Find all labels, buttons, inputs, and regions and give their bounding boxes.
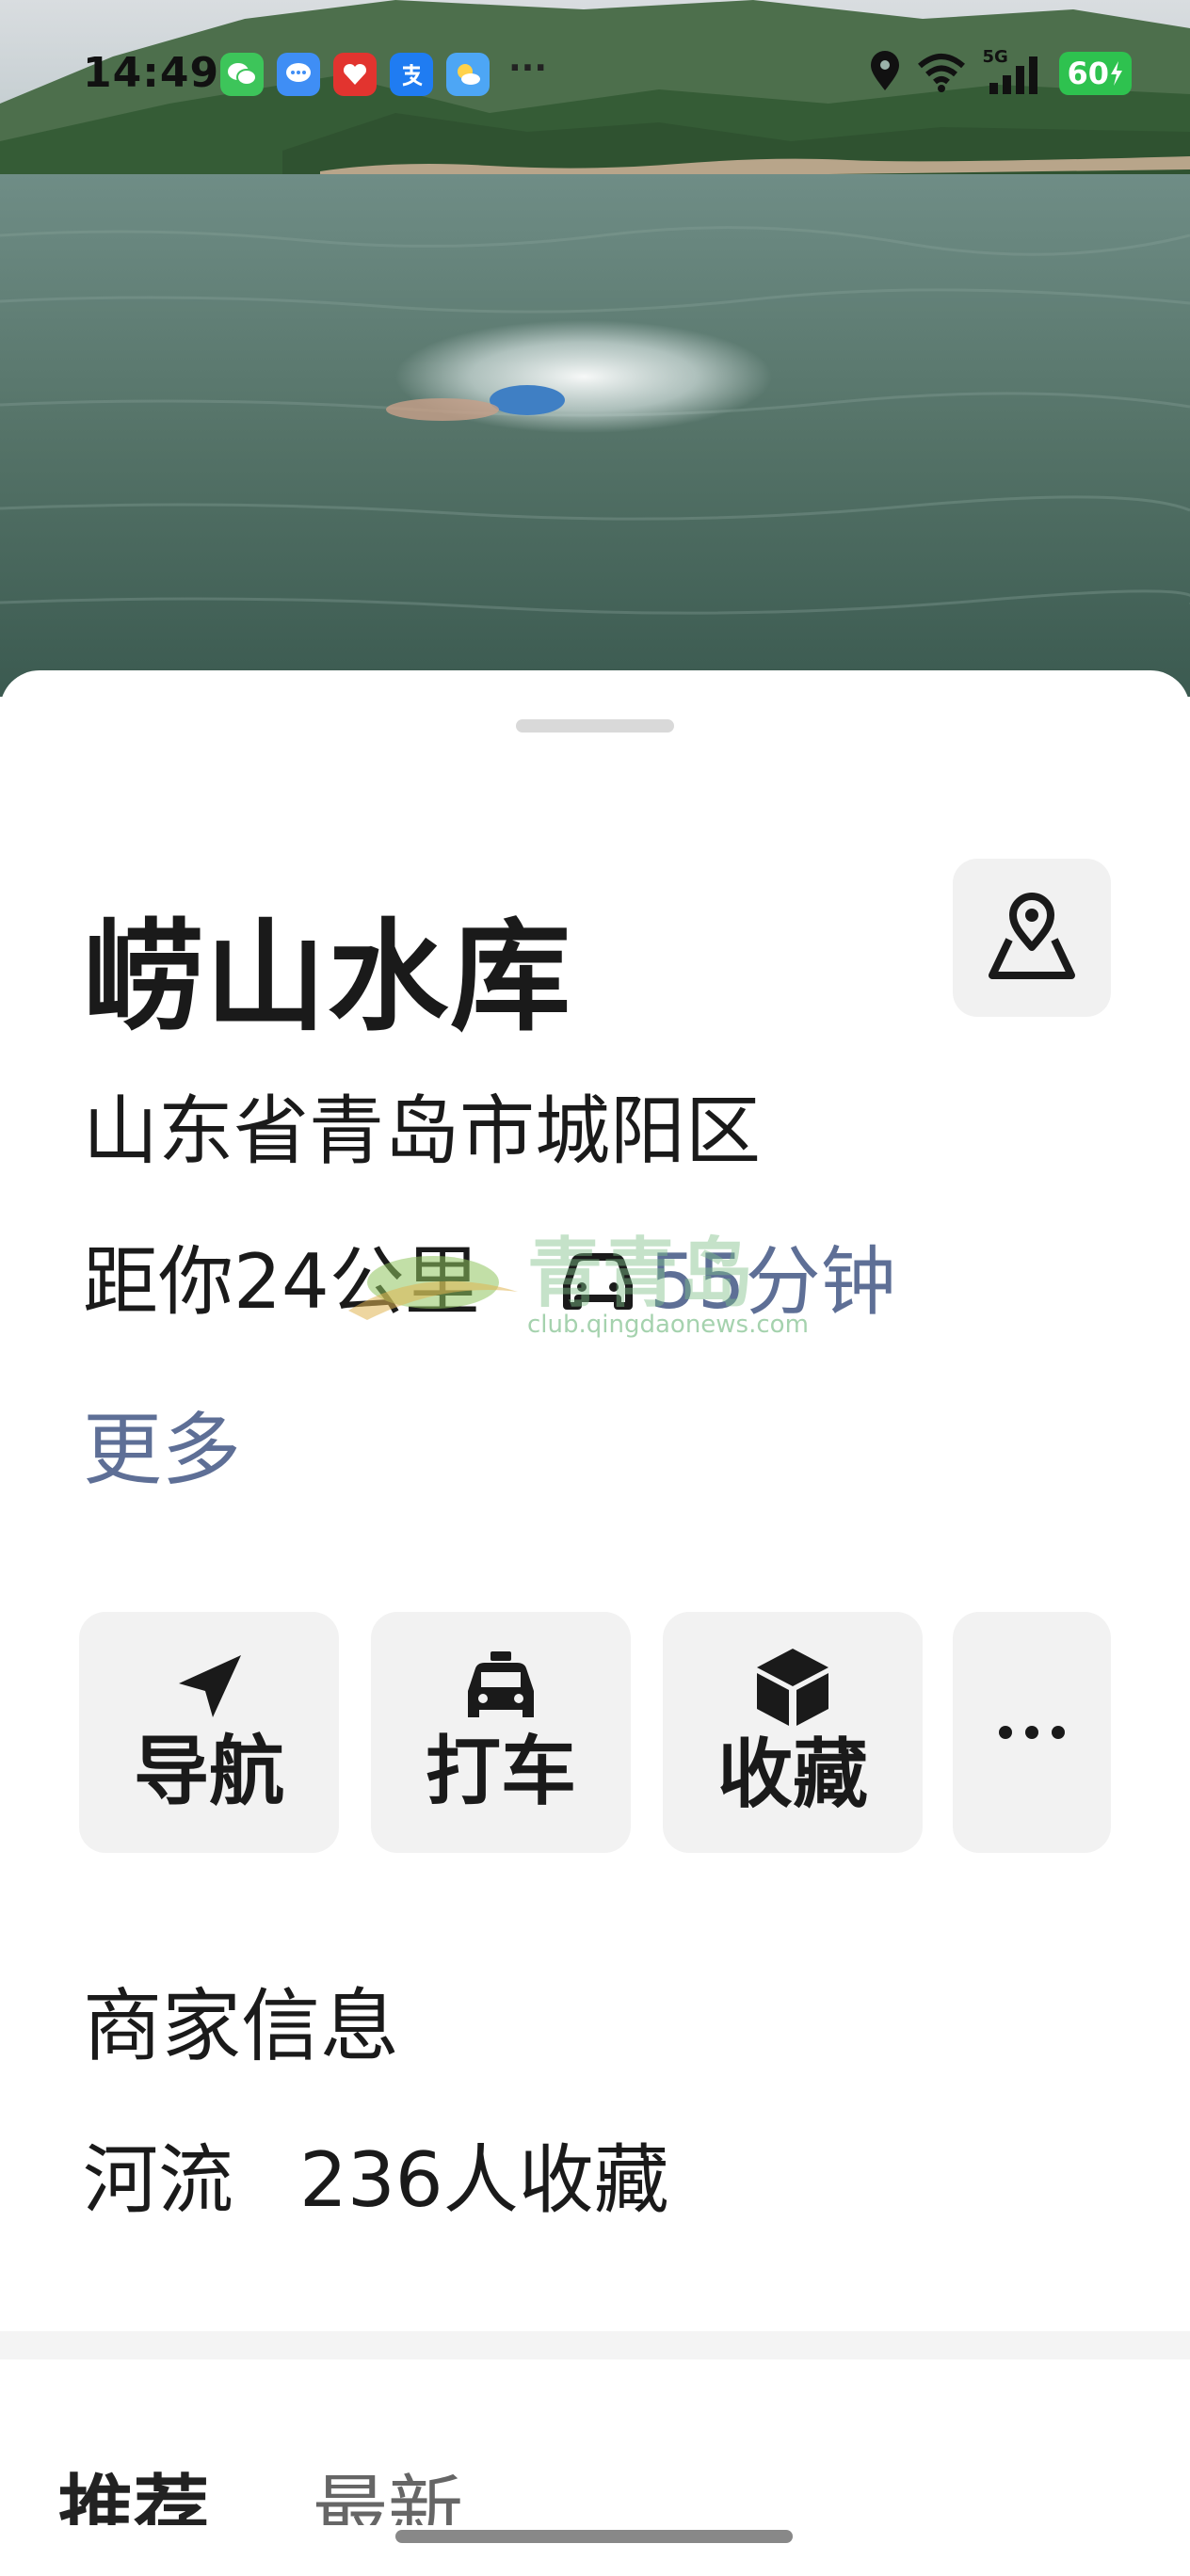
tab-recommended[interactable]: 推荐 — [58, 2450, 209, 2525]
sheet-drag-handle[interactable] — [516, 719, 674, 733]
notification-icons: ··· — [220, 49, 547, 96]
drive-duration: 55分钟 — [649, 1238, 896, 1326]
place-title: 崂山水库 — [83, 908, 573, 1048]
message-icon — [277, 53, 320, 96]
more-notifications: ··· — [508, 48, 548, 88]
battery-level: 60 — [1067, 56, 1109, 91]
charging-bolt-icon — [1111, 61, 1122, 86]
weather-icon — [446, 53, 490, 96]
distance-row: 距你24公里 55分钟 — [83, 1235, 896, 1329]
cellular-signal-icon: 5G — [982, 47, 1044, 96]
navigate-arrow-icon — [179, 1655, 241, 1717]
taxi-button[interactable]: 打车 — [371, 1612, 631, 1853]
place-category: 河流 — [83, 2136, 233, 2224]
alipay-icon — [390, 53, 433, 96]
more-actions-button[interactable] — [953, 1612, 1111, 1853]
taxi-label: 打车 — [426, 1728, 576, 1815]
map-pin-icon — [989, 893, 1075, 979]
wechat-icon — [220, 53, 264, 96]
wifi-icon — [916, 51, 967, 96]
more-link[interactable]: 更多 — [83, 1403, 241, 1497]
system-icons: 5G 60 — [869, 47, 1132, 96]
status-bar: 14:49 ··· 5G 60 — [0, 0, 1190, 151]
battery-indicator: 60 — [1059, 52, 1132, 95]
place-address: 山东省青岛市城阳区 — [83, 1087, 761, 1175]
favorites-count: 236人收藏 — [299, 2136, 669, 2224]
favorite-button[interactable]: 收藏 — [663, 1612, 923, 1853]
merchant-meta: 河流 236人收藏 — [83, 2133, 669, 2228]
favorite-label: 收藏 — [717, 1731, 868, 1818]
navigate-button[interactable]: 导航 — [79, 1612, 339, 1853]
action-buttons: 导航 打车 收藏 — [79, 1612, 1115, 1853]
distance-text: 距你24公里 — [83, 1238, 480, 1326]
car-icon — [555, 1249, 640, 1315]
status-time: 14:49 — [83, 49, 220, 97]
navigate-label: 导航 — [134, 1728, 284, 1815]
red-app-icon — [333, 53, 377, 96]
merchant-info-heading: 商家信息 — [83, 1980, 400, 2072]
taxi-icon — [468, 1651, 534, 1717]
map-view-button[interactable] — [953, 859, 1111, 1017]
cube-icon — [757, 1649, 828, 1726]
location-icon — [869, 51, 901, 96]
home-indicator[interactable] — [395, 2530, 793, 2543]
tab-latest[interactable]: 最新 — [313, 2450, 463, 2525]
content-tabs: 推荐 最新 — [58, 2450, 463, 2525]
section-divider — [0, 2331, 1190, 2359]
more-dots-icon — [999, 1726, 1065, 1739]
place-detail-sheet: 崂山水库 山东省青岛市城阳区 距你24公里 55分钟 青青岛 club.qing… — [0, 670, 1190, 2576]
